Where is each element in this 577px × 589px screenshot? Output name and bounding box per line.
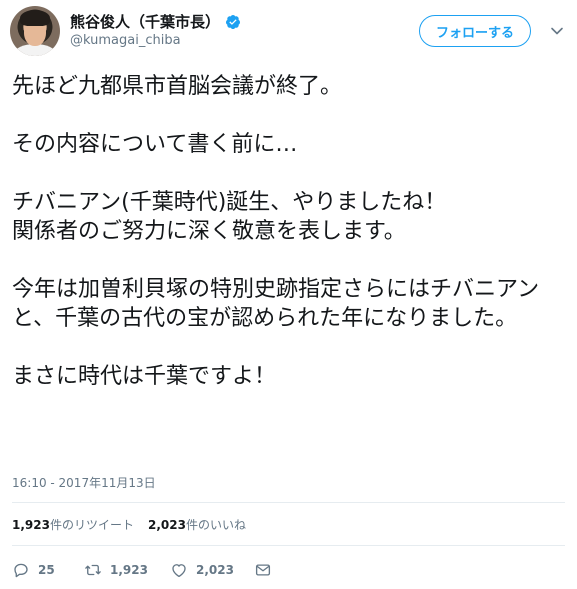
- retweet-stat-count: 1,923: [12, 518, 50, 532]
- like-count: 2,023: [196, 563, 234, 577]
- tweet-paragraph: チバニアン(千葉時代)誕生、やりましたね！ 関係者のご努力に深く敬意を表します。: [12, 190, 447, 244]
- reply-count: 25: [38, 563, 55, 577]
- retweet-button[interactable]: 1,923: [84, 561, 170, 579]
- like-stat-count: 2,023: [147, 518, 186, 532]
- divider: [12, 545, 565, 546]
- like-stat[interactable]: 2,023件のいいね: [148, 516, 246, 533]
- retweet-stat-label: 件のリツイート: [49, 518, 134, 532]
- user-name-row: 熊谷俊人（千葉市長）: [70, 11, 241, 32]
- avatar[interactable]: [10, 6, 60, 56]
- reply-button[interactable]: 25: [12, 561, 84, 579]
- avatar-hair: [20, 10, 50, 26]
- tweet-paragraph: 先ほど九都県市首脳会議が終了。: [12, 74, 343, 99]
- like-icon: [172, 564, 186, 578]
- tweet-paragraph: その内容について書く前に…: [12, 132, 298, 157]
- retweet-icon: [85, 564, 101, 576]
- reply-icon: [14, 563, 28, 578]
- chevron-down-icon[interactable]: [550, 24, 564, 38]
- divider: [12, 502, 565, 503]
- tweet-actions: 25 1,923 2,023: [12, 561, 272, 579]
- like-button[interactable]: 2,023: [170, 561, 254, 579]
- message-button[interactable]: [254, 561, 272, 579]
- user-handle[interactable]: @kumagai_chiba: [70, 33, 181, 48]
- verified-icon: [226, 14, 241, 29]
- display-name[interactable]: 熊谷俊人（千葉市長）: [70, 11, 220, 32]
- tweet-stats: 1,923件のリツイート 2,023件のいいね: [12, 516, 246, 533]
- message-icon: [255, 564, 271, 576]
- retweet-count: 1,923: [110, 563, 148, 577]
- tweet-paragraph: まさに時代は千葉ですよ！: [12, 364, 277, 389]
- tweet-text: 先ほど九都県市首脳会議が終了。 その内容について書く前に… チバニアン(千葉時代…: [12, 72, 568, 391]
- follow-button[interactable]: フォローする: [419, 15, 531, 47]
- tweet-timestamp[interactable]: 16:10 - 2017年11月13日: [12, 474, 156, 491]
- like-stat-label: 件のいいね: [185, 518, 246, 532]
- tweet-paragraph: 今年は加曽利貝塚の特別史跡指定さらにはチバニアンと、千葉の古代の宝が認められた年…: [12, 277, 540, 331]
- retweet-stat[interactable]: 1,923件のリツイート: [12, 516, 134, 533]
